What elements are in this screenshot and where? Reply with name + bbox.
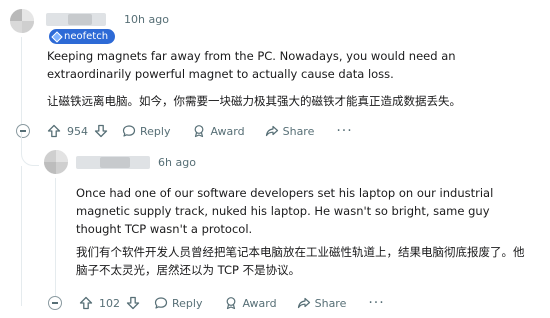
comment-actions: 102 Reply Award Share ··· [48, 293, 385, 313]
username-redacted-shade [68, 14, 92, 25]
award-button[interactable]: Award [224, 296, 277, 310]
share-label: Share [282, 124, 315, 138]
downvote-button[interactable] [126, 296, 140, 310]
downvote-arrow-icon [126, 296, 140, 310]
user-flair: neofetch [49, 29, 116, 44]
vote-count: 954 [67, 124, 88, 138]
flair-label: neofetch [64, 31, 109, 42]
share-label: Share [314, 296, 347, 310]
share-button[interactable]: Share [297, 296, 347, 310]
award-label: Award [242, 296, 277, 310]
award-icon [192, 124, 206, 138]
reply-button[interactable]: Reply [122, 124, 170, 138]
collapse-thread-button[interactable] [48, 296, 62, 310]
comment-actions: 954 Reply Award Share ··· [16, 121, 353, 141]
comment-body-english: Once had one of our software developers … [76, 186, 494, 236]
thread-connector [21, 132, 39, 166]
upvote-button[interactable] [47, 124, 61, 138]
comment-timestamp: 6h ago [158, 156, 196, 169]
downvote-arrow-icon [94, 124, 108, 138]
award-label: Award [210, 124, 245, 138]
reply-bubble-icon [122, 124, 136, 138]
comment-timestamp: 10h ago [124, 13, 169, 26]
upvote-button[interactable] [79, 296, 93, 310]
reply-label: Reply [172, 296, 203, 310]
award-button[interactable]: Award [192, 124, 245, 138]
upvote-arrow-icon [79, 296, 93, 310]
thread-line[interactable] [21, 37, 22, 132]
vote-count: 102 [99, 296, 120, 310]
downvote-button[interactable] [94, 124, 108, 138]
more-options-icon[interactable]: ··· [336, 123, 352, 139]
thread-line[interactable] [55, 178, 56, 296]
reply-button[interactable]: Reply [154, 296, 202, 310]
flair-icon [51, 30, 63, 43]
share-arrow-icon [297, 296, 311, 310]
award-icon [224, 296, 238, 310]
reply-bubble-icon [154, 296, 168, 310]
comment-body-english: Keeping magnets far away from the PC. No… [47, 49, 456, 81]
share-arrow-icon [265, 124, 279, 138]
comment-body-chinese: 我们有个软件开发人员曾经把笔记本电脑放在工业磁性轨道上，结果电脑彻底报废了。他脑… [76, 245, 525, 277]
username-redacted-shade [100, 157, 130, 168]
share-button[interactable]: Share [265, 124, 315, 138]
reply-label: Reply [140, 124, 171, 138]
more-options-icon[interactable]: ··· [368, 295, 384, 311]
thread-line[interactable] [21, 166, 22, 306]
upvote-arrow-icon [47, 124, 61, 138]
avatar[interactable] [44, 150, 68, 174]
comment-body-chinese: 让磁铁远离电脑。如今，你需要一块磁力极其强大的磁铁才能真正造成数据丢失。 [47, 94, 461, 108]
avatar[interactable] [10, 9, 34, 33]
